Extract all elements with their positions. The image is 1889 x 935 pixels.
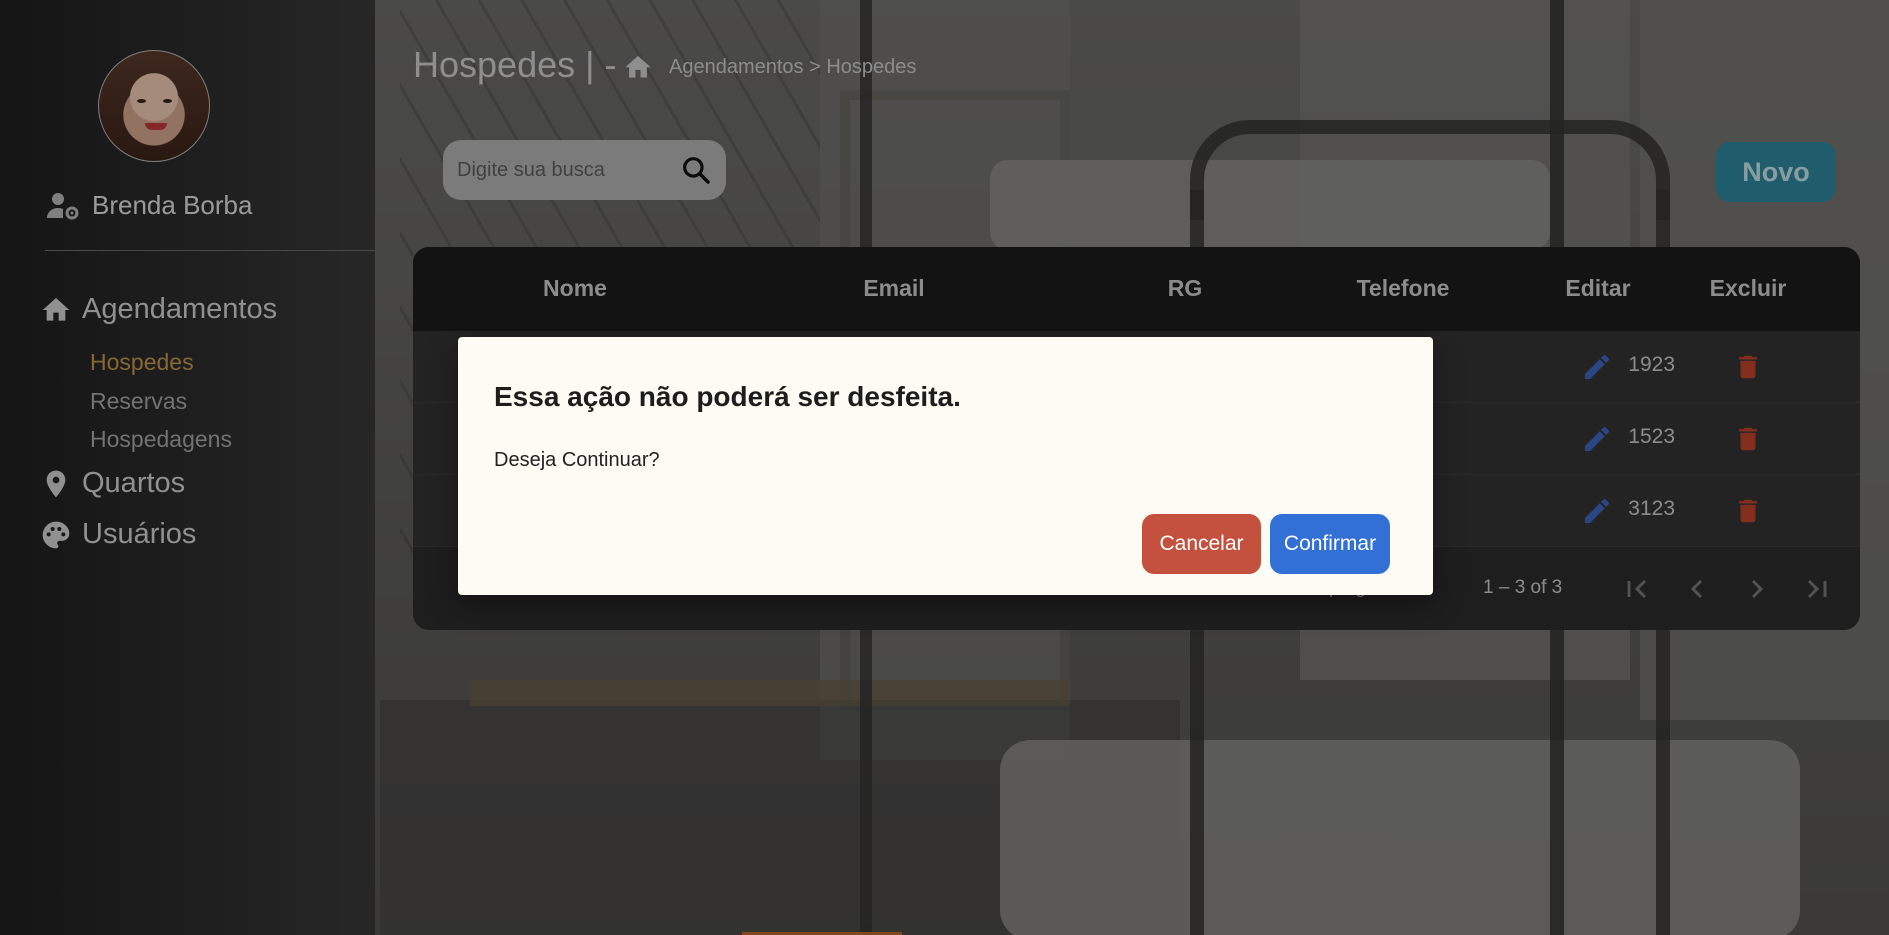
cancel-button[interactable]: Cancelar — [1142, 514, 1261, 574]
dialog-title: Essa ação não poderá ser desfeita. — [494, 381, 961, 412]
dialog-message: Deseja Continuar? — [494, 449, 660, 471]
confirm-dialog: Essa ação não poderá ser desfeita. Desej… — [458, 337, 1433, 595]
confirm-button[interactable]: Confirmar — [1270, 514, 1390, 574]
